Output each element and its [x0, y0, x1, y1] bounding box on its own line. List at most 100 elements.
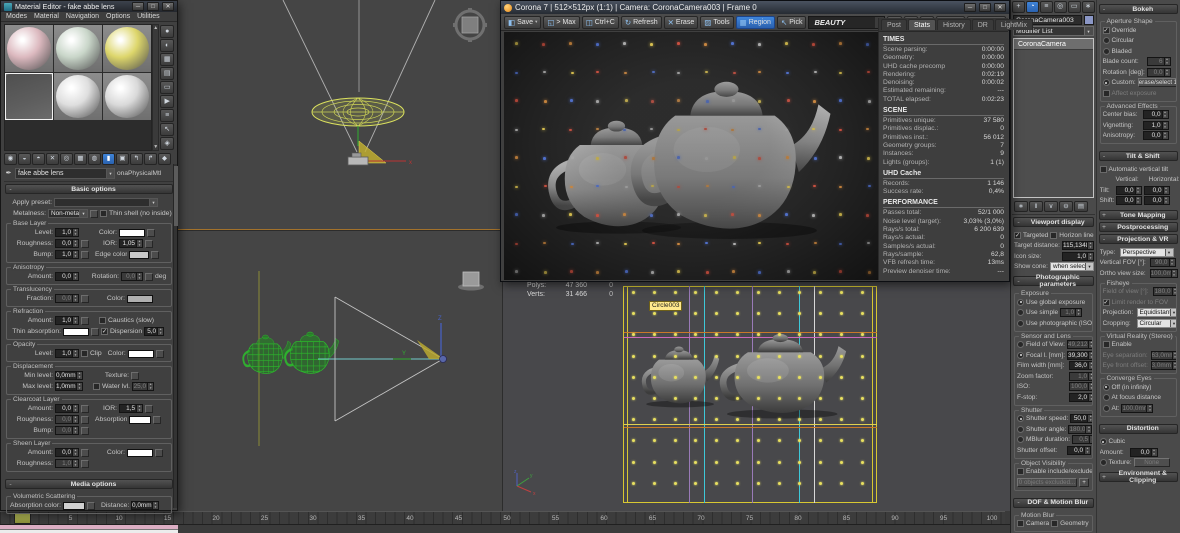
minimize-button[interactable]: ─ — [964, 3, 976, 12]
rollout-postprocessing[interactable]: +Postprocessing — [1099, 222, 1179, 232]
value-spinner[interactable]: 0,0▴▾ — [1143, 131, 1169, 140]
spinner-arrows-icon[interactable]: ▴▾ — [1075, 309, 1081, 316]
texture-slot-button[interactable] — [145, 240, 153, 248]
remove-modifier-icon[interactable]: ⊖ — [1059, 201, 1073, 212]
value-spinner[interactable]: 1,0▴▾ — [1069, 372, 1092, 381]
value-spinner[interactable]: 0,0▴▾ — [55, 239, 79, 248]
perspective-dropdown[interactable]: Perspective▾ — [1120, 248, 1174, 257]
texture-slot-button[interactable] — [81, 251, 89, 259]
value-spinner[interactable]: 2,0▴▾ — [1069, 393, 1092, 402]
material-slot-1[interactable] — [5, 25, 53, 72]
utilities-tab[interactable]: ∗ — [1082, 1, 1095, 13]
maximize-button[interactable]: □ — [147, 2, 159, 11]
material-editor-titlebar[interactable]: Material Editor - fake abbe lens ─ □ ✕ — [1, 1, 177, 12]
checkbox-horizon-line[interactable]: Horizon line — [1050, 232, 1093, 239]
corona-vfb-window[interactable]: Corona 7 | 512×512px (1:1) | Camera: Cor… — [500, 0, 1010, 282]
video-color-check-icon[interactable]: ▭ — [160, 81, 174, 94]
value-spinner[interactable]: 1,05▴▾ — [119, 239, 143, 248]
teapot-wireframe[interactable] — [243, 335, 291, 374]
texture-slot-button[interactable] — [153, 416, 161, 424]
checkbox-caustics-slow[interactable]: Caustics (slow) — [99, 317, 154, 324]
value-spinner[interactable]: 0,0▴▾ — [55, 404, 79, 413]
rollout-photographic-parameters[interactable]: -Photographic parameters — [1013, 276, 1094, 286]
value-spinner[interactable]: 100,0▴▾ — [1069, 382, 1092, 391]
show-shaded-material-in-viewport-icon[interactable]: ▮ — [102, 153, 115, 165]
rollout-tone-mapping[interactable]: +Tone Mapping — [1099, 210, 1179, 220]
display-tab[interactable]: ▭ — [1068, 1, 1081, 13]
tab-history[interactable]: History — [937, 19, 971, 30]
spinner-arrows-icon[interactable]: ▴▾ — [1087, 415, 1091, 422]
texture-slot-button[interactable] — [81, 317, 89, 325]
value-spinner[interactable]: 5,0▴▾ — [144, 327, 164, 336]
minimize-button[interactable]: ─ — [132, 2, 144, 11]
value-spinner[interactable]: 1,0▴▾ — [55, 316, 79, 325]
spinner-arrows-icon[interactable]: ▴▾ — [1088, 394, 1092, 401]
spinner-arrows-icon[interactable]: ▴▾ — [72, 317, 78, 324]
spinner-arrows-icon[interactable]: ▴▾ — [1164, 69, 1170, 76]
material-slot-2[interactable] — [54, 25, 102, 72]
sample-type-icon[interactable]: ● — [160, 25, 174, 38]
show-end-result-icon[interactable]: ‖ — [1029, 201, 1043, 212]
close-button[interactable]: ✕ — [994, 3, 1006, 12]
texture-slot-button[interactable] — [147, 229, 155, 237]
spinner-arrows-icon[interactable]: ▴▾ — [72, 273, 78, 280]
checkbox-camera[interactable]: Camera — [1017, 520, 1049, 527]
value-spinner[interactable]: 3,0mm▴▾ — [1151, 361, 1177, 370]
value-spinner[interactable]: 0,0▴▾ — [1144, 186, 1170, 195]
generate-preview-icon[interactable]: ▶ — [160, 95, 174, 108]
radio-use-simple[interactable]: Use simple — [1017, 309, 1058, 316]
value-spinner[interactable]: 180,0▴▾ — [1153, 287, 1177, 296]
texture-slot-button[interactable] — [90, 210, 98, 218]
texture-slot-button[interactable] — [131, 372, 139, 380]
radio-bladed[interactable]: Bladed — [1103, 48, 1132, 55]
texture-slot-button[interactable] — [91, 328, 99, 336]
go-forward-to-sibling-icon[interactable]: ↱ — [144, 153, 157, 165]
lens-wireframe[interactable] — [312, 98, 404, 126]
spinner-arrows-icon[interactable]: ▴▾ — [1088, 362, 1092, 369]
assign-material-to-selection-icon[interactable]: ◓ — [32, 153, 45, 165]
put-material-to-scene-icon[interactable]: ◒ — [18, 153, 31, 165]
spinner-arrows-icon[interactable]: ▴▾ — [72, 229, 78, 236]
color-swatch[interactable] — [119, 229, 145, 237]
checkbox-automatic-vertical-tilt[interactable]: Automatic vertical tilt — [1100, 166, 1169, 173]
equidistant-dropdown[interactable]: Equidistant▾ — [1137, 308, 1177, 317]
radio-mblur-duration[interactable]: MBlur duration: — [1017, 436, 1070, 443]
spinner-arrows-icon[interactable]: ▴▾ — [1135, 197, 1141, 204]
texture-slot-button[interactable] — [81, 449, 89, 457]
none-button[interactable]: None — [1134, 458, 1170, 467]
rollout-dof-motion-blur[interactable]: -DOF & Motion Blur — [1013, 498, 1094, 508]
spinner-arrows-icon[interactable]: ▴▾ — [72, 427, 78, 434]
checkbox-thin-shell-no-inside[interactable]: Thin shell (no inside) — [100, 210, 172, 217]
texture-slot-button[interactable] — [145, 273, 153, 281]
value-spinner[interactable]: 0,0mm▴▾ — [131, 501, 159, 510]
spinner-arrows-icon[interactable]: ▴▾ — [72, 405, 78, 412]
ctrl-c-button[interactable]: ◫Ctrl+C — [582, 16, 619, 29]
slot-scrollbar[interactable]: ▲▼ — [152, 24, 159, 151]
viewport-top[interactable]: Y Z — [178, 231, 503, 511]
render-channel-dropdown[interactable]: BEAUTY▾ — [808, 16, 885, 29]
rollout-projection-vr[interactable]: -Projection & VR — [1099, 234, 1179, 244]
erase-select-1-button[interactable]: erase/select 1 — [1138, 78, 1176, 87]
spinner-arrows-icon[interactable]: ▴▾ — [1085, 426, 1091, 433]
texture-slot-button[interactable] — [81, 405, 89, 413]
select-by-material-icon[interactable]: ↖ — [160, 123, 174, 136]
viewcube[interactable] — [458, 272, 484, 291]
put-to-library-icon[interactable]: ▦ — [74, 153, 87, 165]
eyedropper-icon[interactable]: ✒ — [4, 169, 13, 178]
value-spinner[interactable]: 1,0▴▾ — [55, 228, 79, 237]
rollout-tilt-shift[interactable]: -Tilt & Shift — [1099, 151, 1179, 161]
texture-slot-button[interactable] — [87, 502, 95, 510]
empty-dropdown[interactable]: ▾ — [54, 198, 158, 207]
material-map-navigator-icon[interactable]: ◈ — [160, 137, 174, 150]
value-spinner[interactable]: 0,5▴▾ — [1072, 435, 1091, 444]
pin-stack-icon[interactable]: ∗ — [1014, 201, 1028, 212]
material-slot-6[interactable] — [103, 73, 151, 120]
options-icon[interactable]: ≡ — [160, 109, 174, 122]
spinner-arrows-icon[interactable]: ▴▾ — [1172, 352, 1177, 359]
value-spinner[interactable]: 1,0mm▴▾ — [55, 382, 83, 391]
rollout-distortion[interactable]: -Distortion — [1099, 424, 1179, 434]
checkbox-enable[interactable]: Enable — [1103, 341, 1132, 348]
value-spinner[interactable]: 115,1348▴▾ — [1062, 241, 1094, 250]
spinner-arrows-icon[interactable]: ▴▾ — [1162, 122, 1168, 129]
vfb-titlebar[interactable]: Corona 7 | 512×512px (1:1) | Camera: Cor… — [501, 1, 1009, 14]
